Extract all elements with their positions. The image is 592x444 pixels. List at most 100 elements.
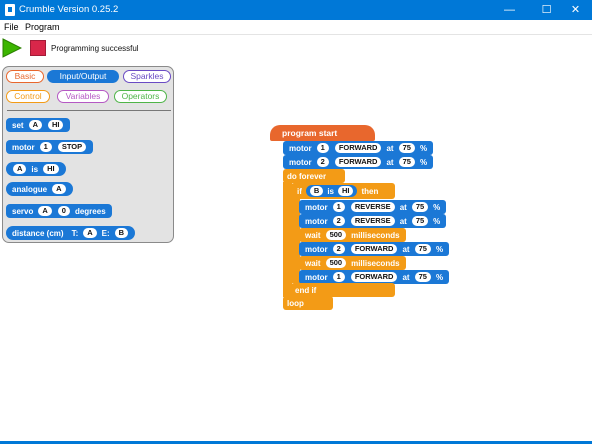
palette-divider: [7, 110, 171, 111]
stop-button[interactable]: [30, 40, 46, 56]
analogue-label: analogue: [12, 184, 48, 194]
motor-number-slot[interactable]: 1: [316, 143, 329, 153]
percent-label: %: [419, 143, 428, 153]
is-pin-slot[interactable]: A: [13, 164, 27, 174]
distance-trigger-label: T:: [71, 228, 79, 238]
motor-label: motor: [289, 157, 312, 167]
category-sparkles[interactable]: Sparkles: [123, 70, 171, 83]
category-operators[interactable]: Operators: [114, 90, 167, 103]
then-label: then: [361, 186, 379, 196]
at-label: at: [402, 272, 410, 282]
loop-block[interactable]: loop: [283, 296, 333, 310]
at-label: at: [399, 202, 407, 212]
window-title: Crumble Version 0.25.2: [19, 4, 119, 15]
wait-label: wait: [305, 258, 321, 268]
motor-number-slot[interactable]: 2: [332, 244, 345, 254]
close-button[interactable]: ✕: [559, 0, 592, 20]
motor-state-slot[interactable]: STOP: [57, 142, 87, 152]
motor-1-forward-block-inner[interactable]: motor 1 FORWARD at 75 %: [299, 270, 450, 284]
motor-speed-slot[interactable]: 75: [411, 216, 429, 226]
servo-label: servo: [12, 206, 34, 216]
palette-servo-block[interactable]: servo A 0 degrees: [6, 204, 112, 218]
end-if-block[interactable]: end if: [291, 283, 395, 297]
if-condition[interactable]: B is HI: [305, 185, 358, 197]
palette-set-block[interactable]: set A HI: [6, 118, 71, 132]
wait-unit: milliseconds: [351, 258, 400, 268]
motor-number-slot[interactable]: 1: [332, 202, 345, 212]
menu-program[interactable]: Program: [25, 22, 60, 32]
wait-value-slot[interactable]: 500: [325, 230, 347, 240]
category-basic[interactable]: Basic: [6, 70, 44, 83]
motor-label: motor: [305, 216, 328, 226]
palette-is-block[interactable]: A is HI: [6, 162, 66, 176]
do-forever-block[interactable]: do forever: [283, 169, 345, 183]
palette-distance-block[interactable]: distance (cm) T: A E: B: [6, 226, 136, 240]
at-label: at: [386, 143, 394, 153]
set-variable-slot[interactable]: A: [28, 120, 42, 130]
at-label: at: [399, 216, 407, 226]
app-icon: [5, 4, 15, 16]
wait-value-slot[interactable]: 500: [325, 258, 347, 268]
program-start-block[interactable]: program start: [270, 125, 375, 141]
motor-speed-slot[interactable]: 75: [414, 272, 431, 282]
motor-label: motor: [12, 142, 35, 152]
title-bar: Crumble Version 0.25.2 — ☐ ✕: [0, 0, 592, 20]
percent-label: %: [435, 272, 444, 282]
play-icon[interactable]: [2, 38, 22, 58]
palette-motor-block[interactable]: motor 1 STOP: [6, 140, 94, 154]
wait-block-2[interactable]: wait 500 milliseconds: [299, 256, 406, 270]
motor-number-slot[interactable]: 2: [332, 216, 345, 226]
motor-number-slot[interactable]: 1: [332, 272, 345, 282]
servo-pin-slot[interactable]: A: [38, 206, 52, 216]
if-block[interactable]: if B is HI then: [291, 183, 395, 199]
motor-direction-slot[interactable]: FORWARD: [350, 244, 398, 254]
servo-unit: degrees: [74, 206, 106, 216]
motor-direction-slot[interactable]: FORWARD: [350, 272, 398, 282]
motor-label: motor: [305, 244, 328, 254]
motor-2-reverse-block[interactable]: motor 2 REVERSE at 75 %: [299, 214, 447, 228]
motor-1-reverse-block[interactable]: motor 1 REVERSE at 75 %: [299, 200, 447, 214]
motor-direction-slot[interactable]: REVERSE: [350, 202, 395, 212]
is-state-slot[interactable]: HI: [43, 164, 59, 174]
motor-direction-slot[interactable]: FORWARD: [334, 157, 382, 167]
motor-speed-slot[interactable]: 75: [414, 244, 431, 254]
condition-state-slot[interactable]: HI: [337, 186, 354, 196]
motor-1-forward-block[interactable]: motor 1 FORWARD at 75 %: [283, 141, 434, 155]
motor-label: motor: [305, 272, 328, 282]
motor-direction-slot[interactable]: FORWARD: [334, 143, 382, 153]
palette-analogue-block[interactable]: analogue A: [6, 182, 73, 196]
motor-direction-slot[interactable]: REVERSE: [350, 216, 395, 226]
wait-block-1[interactable]: wait 500 milliseconds: [299, 228, 406, 242]
analogue-pin-slot[interactable]: A: [52, 184, 66, 194]
motor-label: motor: [289, 143, 312, 153]
motor-speed-slot[interactable]: 75: [411, 202, 429, 212]
wait-unit: milliseconds: [351, 230, 400, 240]
menu-file[interactable]: File: [4, 22, 19, 32]
percent-label: %: [419, 157, 428, 167]
toolbar: Programming successful: [0, 36, 592, 62]
if-label: if: [297, 186, 302, 196]
condition-pin-slot[interactable]: B: [309, 186, 324, 196]
motor-number-slot[interactable]: 2: [316, 157, 329, 167]
motor-2-forward-block[interactable]: motor 2 FORWARD at 75 %: [283, 155, 434, 169]
distance-echo-label: E:: [101, 228, 110, 238]
percent-label: %: [433, 216, 441, 226]
category-input-output[interactable]: Input/Output: [47, 70, 119, 83]
distance-echo-slot[interactable]: B: [114, 228, 129, 238]
motor-speed-slot[interactable]: 75: [398, 157, 415, 167]
category-variables[interactable]: Variables: [57, 90, 109, 103]
at-label: at: [402, 244, 410, 254]
percent-label: %: [433, 202, 441, 212]
motor-speed-slot[interactable]: 75: [398, 143, 415, 153]
condition-is-label: is: [327, 186, 334, 196]
menu-bar: File Program: [0, 20, 592, 35]
motor-number-slot[interactable]: 1: [39, 142, 52, 152]
distance-trigger-slot[interactable]: A: [83, 228, 97, 238]
set-value-slot[interactable]: HI: [47, 120, 64, 130]
motor-label: motor: [305, 202, 328, 212]
crumble-window: Crumble Version 0.25.2 — ☐ ✕ File Progra…: [0, 0, 592, 444]
minimize-button[interactable]: —: [493, 0, 526, 20]
motor-2-forward-block-inner[interactable]: motor 2 FORWARD at 75 %: [299, 242, 450, 256]
servo-value-slot[interactable]: 0: [57, 206, 70, 216]
category-control[interactable]: Control: [6, 90, 50, 103]
